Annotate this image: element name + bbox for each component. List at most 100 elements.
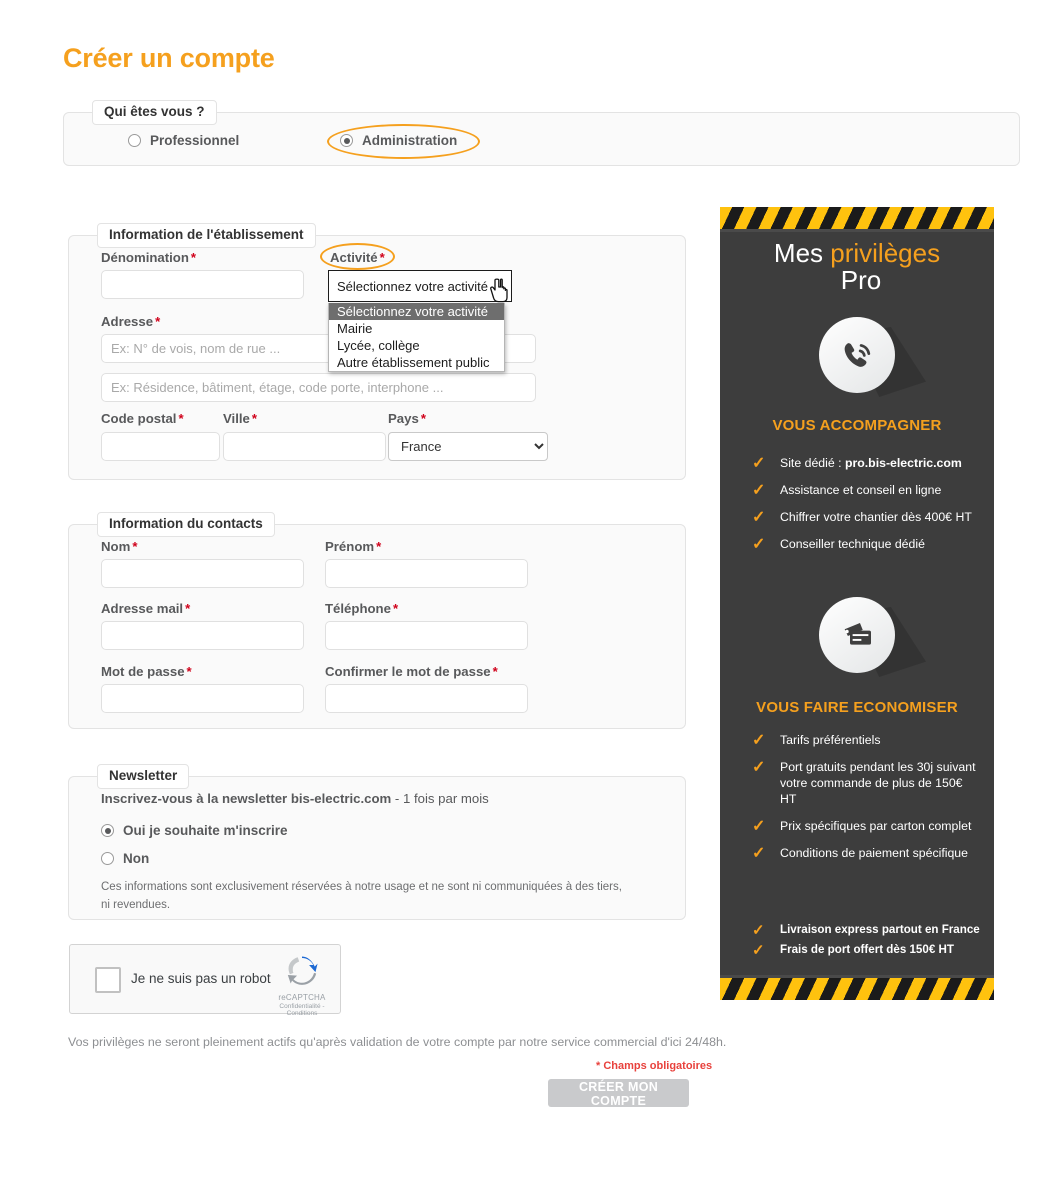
activity-option[interactable]: Lycée, collège [329,337,504,354]
hazard-stripe-top-icon [720,207,994,229]
check-icon: ✓ [752,922,765,939]
required-star: * [178,411,184,426]
phone-label: Téléphone * [325,601,398,616]
validation-notice: Vos privilèges ne seront pleinement acti… [68,1035,727,1049]
newsletter-radio-no[interactable]: Non [101,851,149,866]
required-star: * [251,411,258,426]
privilege-item-text: Conditions de paiement spécifique [780,846,968,860]
check-icon: ✓ [752,482,766,499]
phone-icon [844,343,871,367]
section-title-accompagner: VOUS ACCOMPAGNER [772,417,942,434]
privileges-list-economiser: ✓ Tarifs préférentiels ✓ Port gratuits p… [720,732,994,872]
privilege-item: ✓ Port gratuits pendant les 30j suivant … [720,759,994,807]
lastname-label: Nom * [101,539,137,554]
lastname-input[interactable] [101,559,304,588]
privilege-item: ✓ Chiffrer votre chantier dès 400€ HT [720,509,994,526]
newsletter-radio-no-circle[interactable] [101,852,114,865]
required-star: * [420,411,426,426]
privileges-title-line1: Mes privilèges [774,238,940,268]
newsletter-legend: Newsletter [97,764,190,789]
privilege-item-text: Prix spécifiques par carton complet [780,819,972,833]
postal-code-label: Code postal * [101,411,184,426]
credit-card-icon-circle [819,597,895,673]
radio-administration[interactable]: Administration [340,133,457,148]
email-label: Adresse mail * [101,601,190,616]
recaptcha-brand: reCAPTCHA [278,993,326,1002]
activity-option[interactable]: Sélectionnez votre activité [329,303,504,320]
privilege-item-text: Conseiller technique dédié [780,537,925,551]
password-input[interactable] [101,684,304,713]
check-icon: ✓ [752,759,766,776]
privilege-item: ✓ Conditions de paiement spécifique [720,845,994,862]
postal-code-input[interactable] [101,432,220,461]
city-input[interactable] [223,432,386,461]
newsletter-intro: Inscrivez-vous à la newsletter bis-elect… [101,791,489,806]
denomination-label: Dénomination * [101,250,196,265]
privileges-title-prefix: Mes [773,238,831,268]
privileges-title-highlight: privilèges [830,238,941,268]
lastname-label-text: Nom [101,539,131,554]
denomination-input[interactable] [101,270,304,299]
privileges-list-extra: ✓ Livraison express partout en France ✓ … [720,922,994,962]
recaptcha-widget[interactable]: Je ne suis pas un robot reCAPTCHA Confid… [69,944,341,1017]
phone-label-text: Téléphone [325,601,391,616]
address-line2-input[interactable] [101,373,536,402]
phone-input[interactable] [325,621,528,650]
privilege-item-text: Assistance et conseil en ligne [780,483,942,497]
section-title-economiser: VOUS FAIRE ECONOMISER [756,699,958,716]
email-input[interactable] [101,621,304,650]
password-confirm-input[interactable] [325,684,528,713]
required-star: * [492,664,498,679]
activity-option[interactable]: Autre établissement public [329,354,504,371]
radio-administration-circle[interactable] [340,134,353,147]
hazard-stripe-top-edge [720,229,994,232]
country-select[interactable]: France [388,432,548,461]
activity-options-list[interactable]: Sélectionnez votre activité Mairie Lycée… [328,303,505,372]
privilege-item: ✓ Prix spécifiques par carton complet [720,818,994,835]
radio-administration-label: Administration [362,133,458,148]
country-label: Pays * [388,411,426,426]
contact-legend: Information du contacts [97,512,275,537]
country-label-text: Pays [388,411,419,426]
check-icon: ✓ [752,818,766,835]
privilege-item-text: Livraison express partout en France [780,923,980,936]
firstname-label: Prénom * [325,539,381,554]
recaptcha-checkbox[interactable] [95,967,121,993]
address-label: Adresse * [101,314,160,329]
firstname-label-text: Prénom [325,539,375,554]
email-label-text: Adresse mail [101,601,184,616]
privilege-item-text: Frais de port offert dès 150€ HT [780,943,954,956]
required-star: * [186,664,192,679]
required-star: * [376,539,382,554]
required-star: * [392,601,399,616]
establishment-legend: Information de l'établissement [97,223,316,248]
check-icon: ✓ [752,732,766,749]
city-label-text: Ville [223,411,250,426]
activity-label-text: Activité [330,250,378,265]
newsletter-radio-yes[interactable]: Oui je souhaite m'inscrire [101,823,288,838]
recaptcha-icon [287,956,318,985]
newsletter-radio-no-label: Non [123,851,150,866]
postal-code-label-text: Code postal [101,411,177,426]
check-icon: ✓ [752,455,766,472]
activity-select[interactable]: Sélectionnez votre activité [328,270,512,302]
required-star: * [155,314,161,329]
newsletter-radio-yes-circle[interactable] [101,824,114,837]
radio-professionnel-circle[interactable] [128,134,141,147]
privilege-item-text: Port gratuits pendant les 30j suivant vo… [780,760,976,806]
privilege-item: ✓ Tarifs préférentiels [720,732,994,749]
newsletter-radio-yes-label: Oui je souhaite m'inscrire [123,823,288,838]
recaptcha-label: Je ne suis pas un robot [131,971,271,986]
privilege-item-text: Chiffrer votre chantier dès 400€ HT [780,510,972,524]
activity-option[interactable]: Mairie [329,320,504,337]
required-star: * [190,250,197,265]
privileges-title-line2: Pro [840,265,882,295]
firstname-input[interactable] [325,559,528,588]
privilege-item: ✓ Assistance et conseil en ligne [720,482,994,499]
credit-card-icon [844,623,871,645]
check-icon: ✓ [752,536,766,553]
mouse-cursor-hand-icon [489,278,511,309]
recaptcha-links[interactable]: Confidentialité - Conditions [278,1003,326,1017]
radio-professionnel[interactable]: Professionnel [128,133,239,148]
create-account-button[interactable]: CRÉER MON COMPTE [548,1079,689,1108]
